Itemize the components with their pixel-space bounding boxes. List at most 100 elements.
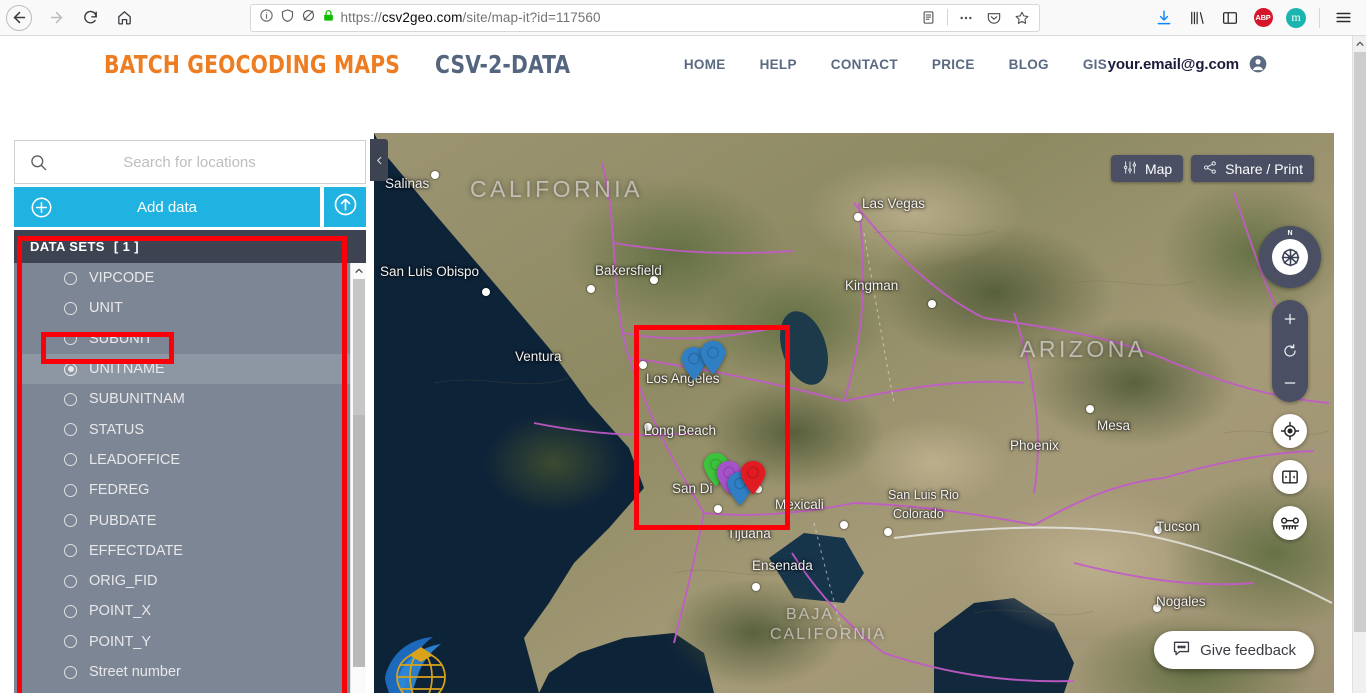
map-pin[interactable] [740, 461, 766, 500]
hamburger-menu-icon[interactable] [1328, 3, 1358, 33]
city-dot [482, 288, 490, 296]
field-item-leadoffice[interactable]: LEADOFFICE [20, 445, 350, 475]
radio-button[interactable] [64, 271, 77, 285]
search-input[interactable] [48, 153, 365, 171]
user-circle-icon[interactable] [1248, 54, 1268, 74]
sidebar-collapse-button[interactable] [370, 139, 388, 181]
radio-button[interactable] [64, 574, 77, 588]
urlbar-identity-icons [259, 8, 335, 28]
give-feedback-label: Give feedback [1200, 641, 1296, 659]
nav-item-contact[interactable]: CONTACT [814, 57, 915, 72]
tracking-protection-shield-icon[interactable] [280, 8, 295, 28]
radio-button[interactable] [64, 392, 77, 406]
home-icon[interactable] [108, 2, 140, 34]
account-area[interactable]: your.email@g.com [1108, 54, 1268, 74]
address-bar[interactable]: https://csv2geo.com/site/map-it?id=11756… [249, 3, 1040, 32]
field-item-street[interactable]: Street [20, 687, 350, 693]
radio-button[interactable] [64, 665, 77, 679]
field-item-unitname[interactable]: UNITNAME [20, 353, 350, 385]
downloads-icon[interactable] [1149, 3, 1179, 33]
datasets-scrollbar[interactable] [350, 263, 366, 693]
give-feedback-button[interactable]: Give feedback [1154, 631, 1314, 669]
pocket-icon[interactable] [981, 6, 1007, 30]
browser-toolbar-right: ABP m [1149, 3, 1366, 33]
radio-button[interactable] [64, 604, 77, 618]
map-canvas[interactable]: Salinas CALIFORNIA Las Vegas San Luis Ob… [374, 133, 1334, 693]
padlock-secure-icon[interactable] [322, 8, 335, 28]
add-data-button[interactable]: Add data [14, 187, 320, 227]
browser-toolbar: https://csv2geo.com/site/map-it?id=11756… [0, 0, 1366, 36]
scrollbar-thumb[interactable] [1354, 52, 1366, 632]
radio-button[interactable] [64, 332, 77, 346]
url-text[interactable]: https://csv2geo.com/site/map-it?id=11756… [341, 10, 910, 25]
chevron-up-icon[interactable] [1353, 36, 1366, 52]
scrollbar-thumb[interactable] [353, 415, 365, 667]
reset-bearing-button[interactable] [1272, 337, 1308, 365]
field-item-street-number[interactable]: Street number [20, 657, 350, 687]
browser-nav-buttons [0, 2, 140, 34]
radio-button[interactable] [64, 544, 77, 558]
page-actions-ellipsis-icon[interactable] [953, 6, 979, 30]
nav-item-price[interactable]: PRICE [915, 57, 992, 72]
scrollbar-thumb-top[interactable] [353, 279, 365, 415]
field-label: PUBDATE [89, 512, 157, 529]
field-label: POINT_X [89, 603, 152, 620]
field-item-fedreg[interactable]: FEDREG [20, 475, 350, 505]
speech-bubble-icon [1172, 640, 1191, 661]
share-print-button[interactable]: Share / Print [1191, 155, 1314, 182]
radio-button[interactable] [64, 635, 77, 649]
radio-button[interactable] [64, 453, 77, 467]
url-protocol: https:// [340, 10, 382, 25]
field-item-vipcode[interactable]: VIPCODE [20, 263, 350, 293]
city-dot [1154, 526, 1162, 534]
nav-item-blog[interactable]: BLOG [992, 57, 1066, 72]
field-item-orig-fid[interactable]: ORIG_FID [20, 566, 350, 596]
city-dot [752, 583, 760, 591]
field-item-point-y[interactable]: POINT_Y [20, 627, 350, 657]
upload-button[interactable] [324, 187, 366, 227]
search-bar[interactable] [14, 140, 366, 184]
radio-button[interactable] [64, 301, 77, 315]
map-pin[interactable] [700, 341, 726, 380]
library-icon[interactable] [1182, 3, 1212, 33]
datasets-header: DATA SETS [ 1 ] [14, 230, 366, 263]
city-dot [884, 528, 892, 536]
reload-icon[interactable] [74, 2, 106, 34]
city-dot [650, 276, 658, 284]
back-arrow-icon[interactable] [6, 4, 32, 31]
field-label: LEADOFFICE [89, 451, 181, 468]
nav-item-home[interactable]: HOME [667, 57, 743, 72]
radio-button[interactable] [64, 514, 77, 528]
split-compare-button[interactable] [1273, 460, 1307, 494]
field-item-effectdate[interactable]: EFFECTDATE [20, 536, 350, 566]
sidebar-toggle-icon[interactable] [1215, 3, 1245, 33]
zoom-in-button[interactable] [1272, 305, 1308, 333]
site-logo[interactable]: BATCH GEOCODING MAPS CSV-2-DATA [104, 50, 582, 79]
account-avatar[interactable]: m [1281, 3, 1311, 33]
compass-rose-icon[interactable]: N [1259, 226, 1321, 288]
map-settings-button[interactable]: Map [1110, 155, 1184, 182]
zoom-out-button[interactable] [1272, 369, 1308, 397]
adblock-plus-icon[interactable]: ABP [1248, 3, 1278, 33]
measure-ruler-button[interactable] [1273, 506, 1307, 540]
page-scrollbar[interactable] [1352, 36, 1366, 693]
field-item-subunit[interactable]: SUBUNIT [20, 324, 350, 354]
chevron-up-icon[interactable] [351, 263, 366, 279]
globe-logo-icon [379, 631, 463, 693]
page-info-icon[interactable] [259, 8, 274, 28]
field-item-subunitnam[interactable]: SUBUNITNAM [20, 384, 350, 414]
radio-button[interactable] [64, 423, 77, 437]
cookie-blocked-icon[interactable] [301, 8, 316, 28]
field-item-pubdate[interactable]: PUBDATE [20, 505, 350, 535]
geolocate-button[interactable] [1273, 414, 1307, 448]
radio-button[interactable] [64, 483, 77, 497]
field-item-point-x[interactable]: POINT_X [20, 596, 350, 626]
field-item-unit[interactable]: UNIT [20, 293, 350, 323]
bookmark-star-icon[interactable] [1009, 6, 1035, 30]
divider [946, 9, 948, 26]
nav-item-help[interactable]: HELP [743, 57, 814, 72]
radio-button-selected[interactable] [64, 362, 77, 376]
reader-view-icon[interactable] [916, 6, 942, 30]
field-item-status[interactable]: STATUS [20, 414, 350, 444]
city-dot [639, 361, 647, 369]
